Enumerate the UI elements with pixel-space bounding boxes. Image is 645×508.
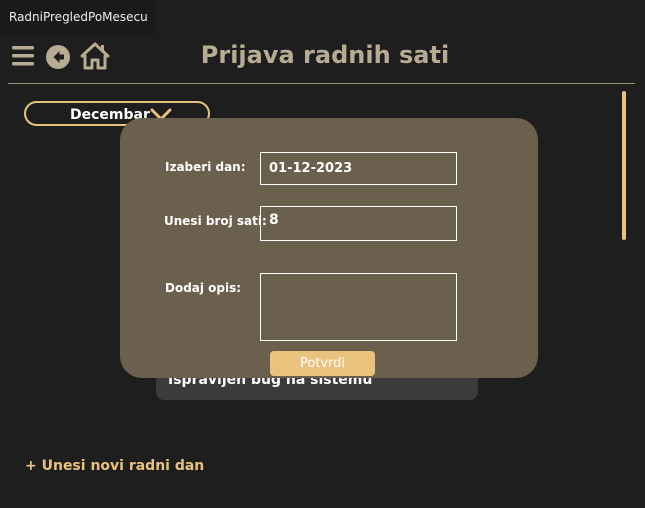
- window-title: RadniPregledPoMesecu: [0, 0, 157, 34]
- day-label: Izaberi dan:: [165, 160, 246, 174]
- page-title: Prijava radnih sati: [200, 41, 450, 69]
- hours-label: Unesi broj sati:: [164, 214, 267, 228]
- top-bar: Prijava radnih sati: [0, 34, 645, 84]
- header-divider: [8, 83, 635, 84]
- hours-field[interactable]: [260, 206, 457, 241]
- date-field[interactable]: [260, 152, 457, 185]
- scrollbar[interactable]: [622, 91, 626, 240]
- description-field[interactable]: [260, 273, 457, 341]
- confirm-button[interactable]: Potvrdi: [270, 351, 375, 376]
- work-hours-dialog: Izaberi dan: Unesi broj sati: Dodaj opis…: [120, 118, 538, 378]
- add-work-day-link[interactable]: + Unesi novi radni dan: [25, 458, 204, 474]
- description-label: Dodaj opis:: [165, 281, 242, 295]
